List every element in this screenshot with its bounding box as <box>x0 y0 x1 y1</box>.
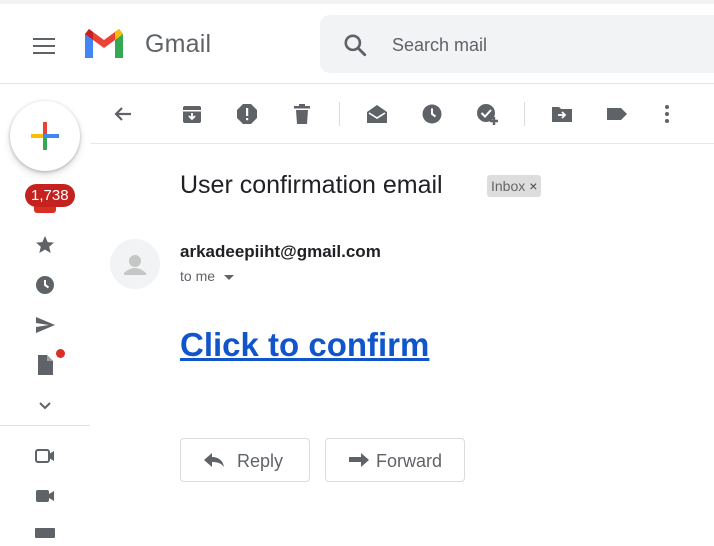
drafts-notification-dot <box>56 349 65 358</box>
drafts-icon[interactable] <box>33 353 57 377</box>
starred-icon[interactable] <box>33 233 57 257</box>
toolbar-separator <box>524 102 525 126</box>
recipient-details-toggle[interactable]: to me <box>180 268 235 284</box>
menu-icon-bar <box>33 52 55 54</box>
plus-icon <box>31 122 59 150</box>
toolbar-separator <box>339 102 340 126</box>
person-icon <box>124 255 146 275</box>
report-spam-icon[interactable] <box>235 102 259 126</box>
compose-button[interactable] <box>10 101 80 171</box>
keyboard-icon[interactable] <box>33 522 57 546</box>
forward-label: Forward <box>376 451 443 471</box>
recipient-text: to me <box>180 268 216 284</box>
snoozed-clock-icon[interactable] <box>33 273 57 297</box>
inbox-count-badge: 1,738 <box>25 184 75 207</box>
search-input[interactable] <box>390 31 704 59</box>
app-name: Gmail <box>145 30 212 58</box>
delete-trash-icon[interactable] <box>290 102 314 126</box>
snooze-clock-icon[interactable] <box>420 102 444 126</box>
label-tag-icon[interactable] <box>605 102 629 126</box>
reply-label: Reply <box>237 451 284 471</box>
sender-email: arkadeepiiht@gmail.com <box>180 242 381 261</box>
sent-icon[interactable] <box>33 313 57 337</box>
message-toolbar <box>90 84 714 144</box>
forward-button[interactable]: Forward <box>325 438 465 482</box>
menu-icon <box>33 38 55 40</box>
app-header: Gmail <box>0 4 714 84</box>
reply-arrow-icon <box>204 453 224 467</box>
gmail-logo-icon[interactable] <box>82 26 126 60</box>
menu-icon-bar <box>33 45 55 47</box>
confirm-link[interactable]: Click to confirm <box>180 326 429 364</box>
sidebar-divider <box>0 425 90 426</box>
mark-as-unread-icon[interactable] <box>365 102 389 126</box>
archive-icon[interactable] <box>180 102 204 126</box>
search-icon[interactable] <box>342 32 368 58</box>
sender-avatar[interactable] <box>110 239 160 289</box>
reply-button[interactable]: Reply <box>180 438 310 482</box>
remove-label-button[interactable]: × <box>529 178 537 194</box>
label-text: Inbox <box>491 178 526 194</box>
back-arrow-icon[interactable] <box>111 102 135 126</box>
sidebar: 1,738 <box>0 84 90 538</box>
meet-join-icon[interactable] <box>33 484 57 508</box>
email-subject: User confirmation email <box>180 171 443 199</box>
search-bar <box>320 15 714 73</box>
chevron-down-icon[interactable] <box>33 393 57 417</box>
inbox-label-chip: Inbox × <box>487 175 542 197</box>
meet-new-meeting-icon[interactable] <box>33 444 57 468</box>
more-options-icon[interactable] <box>655 102 679 126</box>
caret-down-icon <box>223 275 234 280</box>
add-to-tasks-icon[interactable] <box>475 102 499 126</box>
move-to-folder-icon[interactable] <box>550 102 574 126</box>
main-menu-button[interactable] <box>24 32 66 60</box>
forward-arrow-icon <box>349 453 369 467</box>
